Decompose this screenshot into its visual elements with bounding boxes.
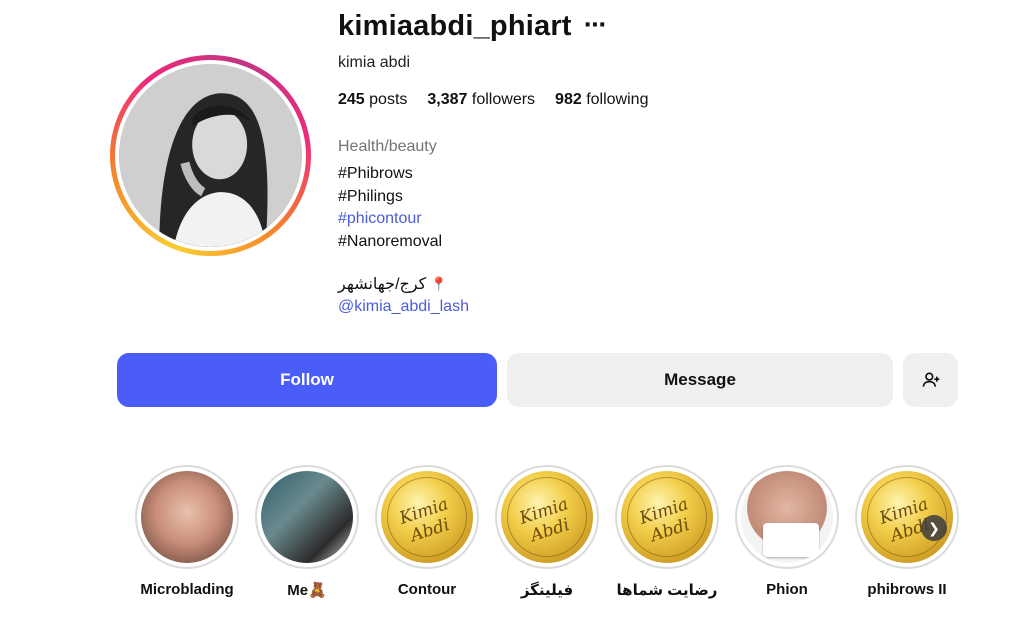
bio-hashtag-nanoremoval: #Nanoremoval <box>338 232 443 250</box>
gold-logo-cover: Kimia Abdi <box>501 471 593 563</box>
location-text: کرج/جهانشهر <box>338 276 427 293</box>
profile-username: kimiaabdi_phiart <box>338 10 572 42</box>
bio-hashtag-phicontour-link[interactable]: #phicontour <box>338 208 442 231</box>
highlight-ring: Kimia Abdi <box>495 465 599 569</box>
question-sticker <box>763 523 819 557</box>
highlight-ring <box>135 465 239 569</box>
message-button[interactable]: Message <box>507 353 893 407</box>
follow-button[interactable]: Follow <box>117 353 497 407</box>
chevron-right-icon[interactable]: ❯ <box>921 515 947 541</box>
profile-avatar-ring[interactable] <box>110 55 311 256</box>
highlight-label: Me🧸 <box>287 582 327 599</box>
highlight-cover-image <box>741 471 833 563</box>
highlight-filings[interactable]: Kimia Abdi فیلینگز <box>495 465 599 599</box>
person-add-icon <box>922 372 939 387</box>
avatar-photo-icon <box>119 64 302 247</box>
profile-mention-link[interactable]: @kimia_abdi_lash <box>338 298 469 316</box>
followers-label: followers <box>471 91 536 108</box>
highlight-satisfaction[interactable]: Kimia Abdi رضایت شماها <box>615 465 719 599</box>
gold-logo-cover: Kimia Abdi <box>621 471 713 563</box>
more-options-icon[interactable]: ⋯ <box>584 12 606 38</box>
highlight-label: Microblading <box>140 581 234 598</box>
followers-count: 3,387 <box>427 91 468 108</box>
highlight-label: رضایت شماها <box>616 582 718 599</box>
followers-stat[interactable]: 3,387 followers <box>427 91 535 109</box>
highlight-me[interactable]: Me🧸 <box>255 465 359 599</box>
add-user-button[interactable] <box>903 353 958 407</box>
bio-hashtag-philings: #Philings <box>338 187 403 205</box>
following-count: 982 <box>555 91 582 108</box>
following-label: following <box>586 91 649 108</box>
gold-logo-cover: Kimia Abdi <box>381 471 473 563</box>
highlight-cover-image <box>261 471 353 563</box>
highlight-label: phibrows II <box>867 581 947 598</box>
highlight-ring <box>255 465 359 569</box>
highlight-cover-image <box>141 471 233 563</box>
profile-location: کرج/جهانشهر 📍 <box>338 274 448 294</box>
highlight-ring: Kimia Abdi <box>615 465 719 569</box>
avatar <box>119 64 302 247</box>
location-pin-icon: 📍 <box>430 275 448 292</box>
following-stat[interactable]: 982 following <box>555 91 648 109</box>
profile-stats: 245 posts 3,387 followers 982 following <box>338 91 648 109</box>
avatar-inner <box>115 60 306 251</box>
highlight-phibrows-ii[interactable]: Kimia Abdi ❯ phibrows II <box>855 465 959 599</box>
bio-hashtag-phibrows: #Phibrows <box>338 165 413 182</box>
posts-count: 245 <box>338 91 365 108</box>
profile-full-name: kimia abdi <box>338 54 411 71</box>
profile-bio: #Phibrows #Philings #phicontour #Nanorem… <box>338 163 442 253</box>
profile-category: Health/beauty <box>338 138 437 155</box>
highlight-ring <box>735 465 839 569</box>
highlight-label: فیلینگز <box>520 582 574 599</box>
highlight-ring: Kimia Abdi <box>375 465 479 569</box>
story-highlights: Microblading Me🧸 Kimia Abdi Contour Kimi… <box>135 465 959 599</box>
highlight-label: Contour <box>397 581 457 598</box>
posts-stat: 245 posts <box>338 91 407 109</box>
highlight-microblading[interactable]: Microblading <box>135 465 239 599</box>
highlight-contour[interactable]: Kimia Abdi Contour <box>375 465 479 599</box>
highlight-phion[interactable]: Phion <box>735 465 839 599</box>
posts-label: posts <box>369 91 408 108</box>
gold-logo-cover: Kimia Abdi ❯ <box>861 471 953 563</box>
highlight-label: Phion <box>766 581 808 598</box>
highlight-ring: Kimia Abdi ❯ <box>855 465 959 569</box>
